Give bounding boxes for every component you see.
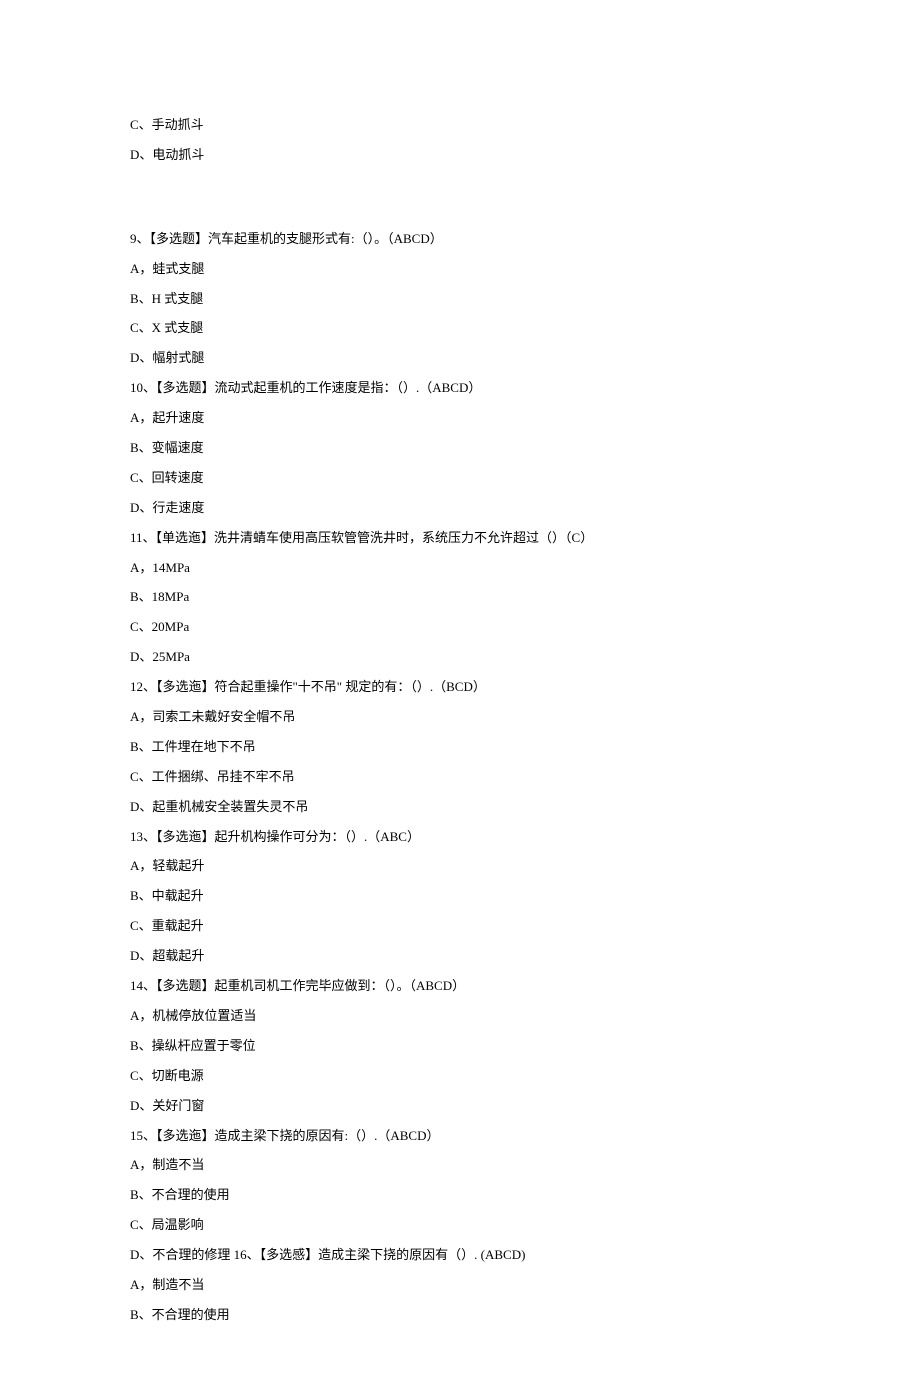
q9-option-a: A，蛙式支腿 [130,254,790,284]
q11-option-a: A，14MPa [130,553,790,583]
q8-option-d: D、电动抓斗 [130,140,790,170]
q9-option-d: D、幅射式腿 [130,343,790,373]
q13-option-c: C、重载起升 [130,911,790,941]
q13-option-d: D、超载起升 [130,941,790,971]
q13-option-b: B、中载起升 [130,881,790,911]
q16-option-a: A，制造不当 [130,1270,790,1300]
q10-option-d: D、行走速度 [130,493,790,523]
q15-option-a: A，制造不当 [130,1150,790,1180]
q14-option-a: A，机械停放位置适当 [130,1001,790,1031]
q8-option-c: C、手动抓斗 [130,110,790,140]
q12-option-c: C、工件捆绑、吊挂不牢不吊 [130,762,790,792]
q14-stem: 14、【多选题】起重机司机工作完毕应做到：（）。（ABCD） [130,971,790,1001]
q16-option-b: B、不合理的使用 [130,1300,790,1330]
q14-option-c: C、切断电源 [130,1061,790,1091]
q9-option-b: B、H 式支腿 [130,284,790,314]
q13-stem: 13、【多选迤】起升机构操作可分为：（）.（ABC） [130,822,790,852]
q11-option-c: C、20MPa [130,612,790,642]
q9-stem: 9、【多选题】汽车起重机的支腿形式有:（）。（ABCD） [130,224,790,254]
section-gap [130,170,790,224]
q15-stem: 15、【多选迤】造成主梁下挠的原因有:（）.（ABCD） [130,1121,790,1151]
q15-option-b: B、不合理的使用 [130,1180,790,1210]
q10-option-a: A，起升速度 [130,403,790,433]
q12-option-b: B、工件埋在地下不吊 [130,732,790,762]
q11-option-b: B、18MPa [130,582,790,612]
q12-option-a: A，司索工未戴好安全帽不吊 [130,702,790,732]
q10-option-c: C、回转速度 [130,463,790,493]
q13-option-a: A，轻载起升 [130,851,790,881]
q15-option-d-q16-stem: D、不合理的修理 16、【多选感】造成主梁下挠的原因有（）. (ABCD) [130,1240,790,1270]
q10-stem: 10、【多选题】流动式起重机的工作速度是指：（）.（ABCD） [130,373,790,403]
q9-option-c: C、X 式支腿 [130,313,790,343]
q10-option-b: B、变幅速度 [130,433,790,463]
q12-option-d: D、起重机械安全装置失灵不吊 [130,792,790,822]
q11-stem: 11、【单选迤】洗井清蜻车使用高压软管管洗井时，系统压力不允许超过（）（C） [130,523,790,553]
q11-option-d: D、25MPa [130,642,790,672]
q15-option-c: C、局温影响 [130,1210,790,1240]
q12-stem: 12、【多选迤】符合起重操作"十不吊" 规定的有：（）.（BCD） [130,672,790,702]
q14-option-b: B、操纵杆应置于零位 [130,1031,790,1061]
q14-option-d: D、关好门窗 [130,1091,790,1121]
